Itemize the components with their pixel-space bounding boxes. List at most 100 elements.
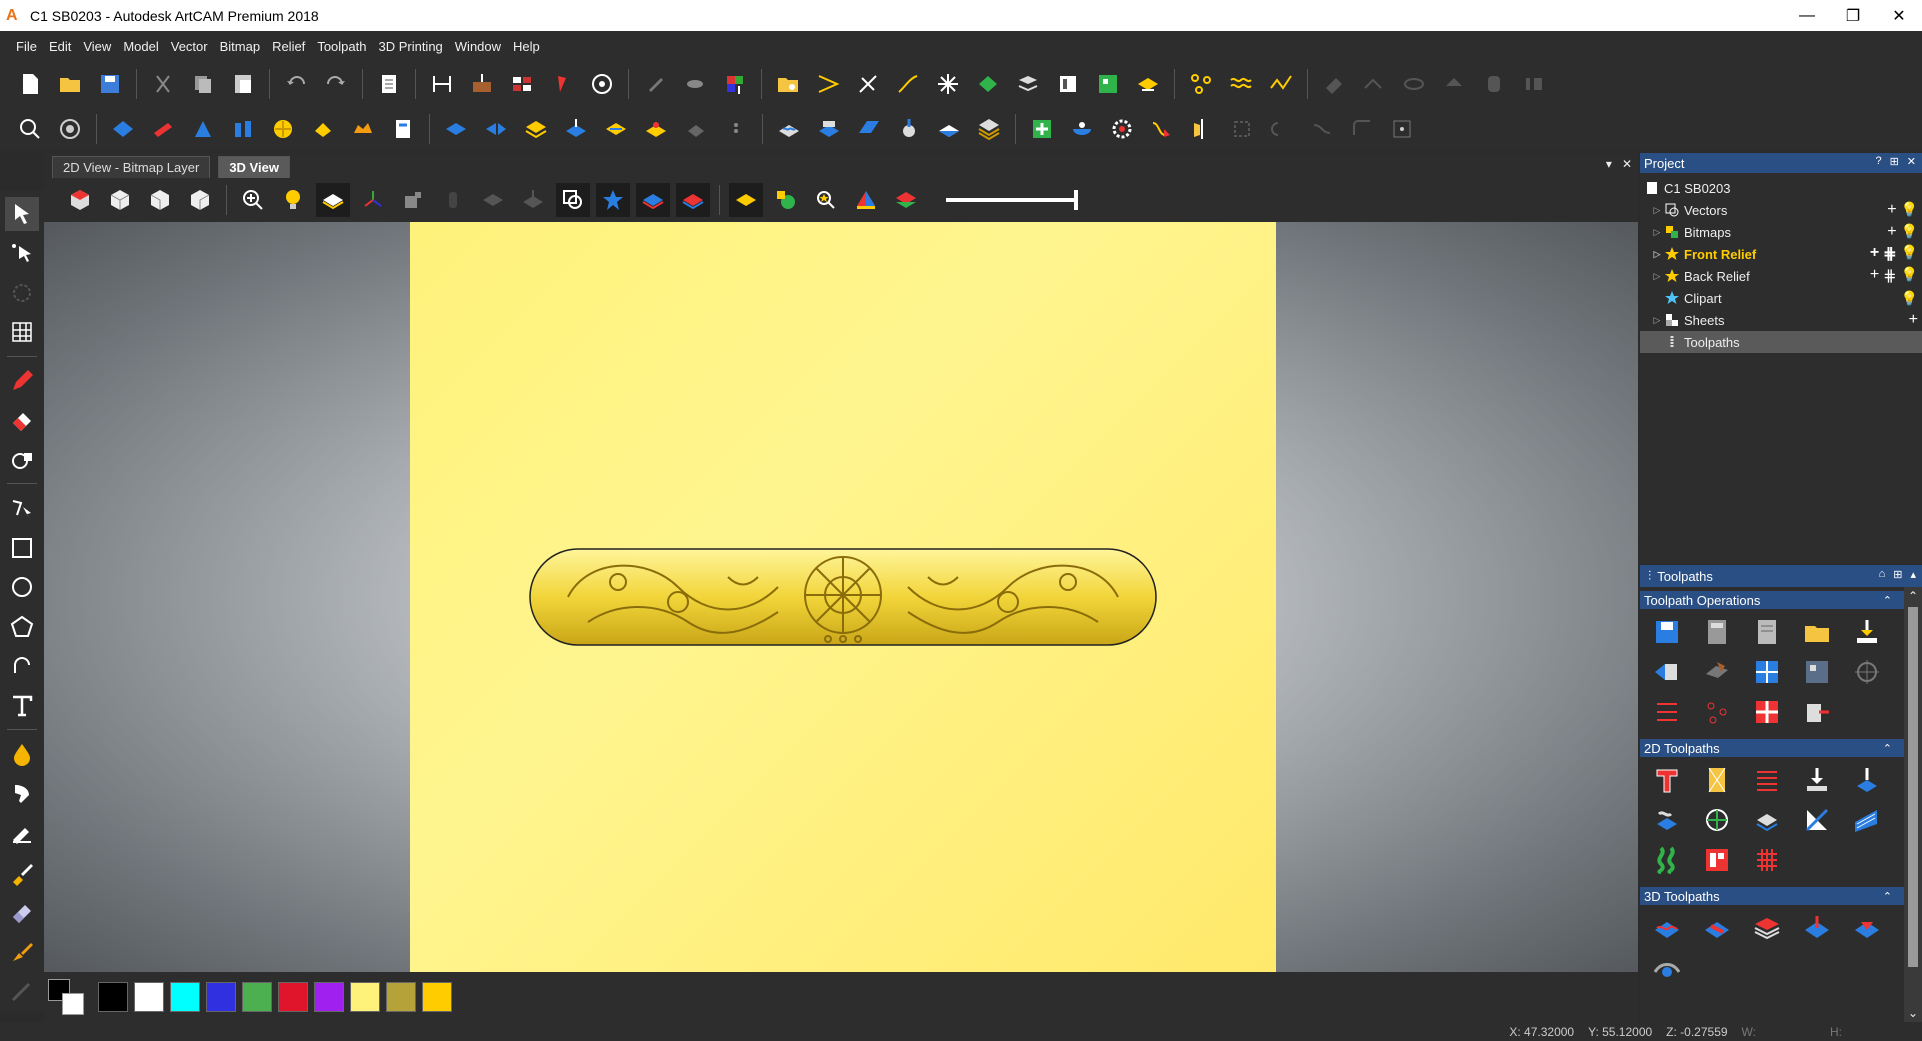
disabled-tool-5[interactable]: [1478, 68, 1510, 100]
grid-icon[interactable]: ⋕: [1883, 266, 1896, 286]
measure-button[interactable]: [586, 68, 618, 100]
tab-2d-view[interactable]: 2D View - Bitmap Layer: [52, 156, 211, 178]
front-relief-model[interactable]: [528, 547, 1158, 647]
menu-3d-printing[interactable]: 3D Printing: [372, 39, 448, 54]
model-size-button[interactable]: [426, 68, 458, 100]
scroll-up-icon[interactable]: ⌃: [1908, 589, 1918, 603]
disabled-relief-4[interactable]: [1346, 113, 1378, 145]
relief-op-13[interactable]: [933, 113, 965, 145]
nest-button[interactable]: [1092, 68, 1124, 100]
lightbulb-icon[interactable]: 💡: [1901, 266, 1918, 286]
section-toolpath-operations[interactable]: Toolpath Operations ⌃: [1640, 591, 1922, 609]
relief-shape-6[interactable]: [307, 113, 339, 145]
minimize-button[interactable]: —: [1784, 0, 1830, 31]
grid-tool[interactable]: [5, 316, 39, 350]
relief-op-4[interactable]: [560, 113, 592, 145]
toggle-relief-button[interactable]: [316, 183, 350, 217]
star-shape-button[interactable]: [932, 68, 964, 100]
green-shapes-button[interactable]: [769, 183, 803, 217]
toolpaths-scrollbar[interactable]: ⌃ ⌄: [1904, 587, 1922, 1022]
palette-swatch[interactable]: [314, 982, 344, 1012]
wrap-button[interactable]: [1146, 113, 1178, 145]
grid-icon[interactable]: ⋕: [1883, 244, 1896, 264]
disabled-relief-3[interactable]: [1306, 113, 1338, 145]
add-icon[interactable]: +: [1870, 244, 1879, 264]
collapse-chevron-icon[interactable]: ⌃: [1883, 890, 1892, 903]
shape-editor-button[interactable]: [54, 113, 86, 145]
transform-toolpath-button[interactable]: [1852, 657, 1882, 687]
bitmap-layer-button[interactable]: [719, 68, 751, 100]
spiral-button[interactable]: [1652, 845, 1682, 875]
node-select-tool[interactable]: [5, 237, 39, 271]
open-toolpath-button[interactable]: [1802, 617, 1832, 647]
nodes-button[interactable]: [1185, 68, 1217, 100]
menu-file[interactable]: File: [10, 39, 43, 54]
relief-op-10[interactable]: [813, 113, 845, 145]
paint-tool[interactable]: [5, 935, 39, 969]
vector-layer-button[interactable]: [679, 68, 711, 100]
grid-toolpath-button[interactable]: [1752, 657, 1782, 687]
view-iso-2-button[interactable]: [143, 183, 177, 217]
transform-tool[interactable]: [5, 276, 39, 310]
close-button[interactable]: ✕: [1876, 0, 1922, 31]
tree-item-toolpaths[interactable]: Toolpaths: [1640, 331, 1922, 353]
expand-arrow-icon[interactable]: ▷: [1650, 249, 1664, 260]
menu-relief[interactable]: Relief: [266, 39, 311, 54]
tabs-dropdown-icon[interactable]: ▾: [1606, 157, 1612, 171]
toolpath-overlay-button[interactable]: [596, 183, 630, 217]
tree-item-bitmaps[interactable]: ▷ Bitmaps + 💡: [1640, 221, 1922, 243]
slot-button[interactable]: [1802, 805, 1832, 835]
polyline-tool[interactable]: [5, 491, 39, 525]
relief-clean-button[interactable]: [546, 68, 578, 100]
inlay-button[interactable]: [1752, 805, 1782, 835]
open-folder-star-button[interactable]: [772, 68, 804, 100]
pyramid-button[interactable]: [849, 183, 883, 217]
collapse-chevron-icon[interactable]: ⌃: [1883, 594, 1892, 607]
3d-viewport[interactable]: [44, 222, 1638, 972]
fluting-button[interactable]: [1852, 805, 1882, 835]
relief-shape-2[interactable]: [147, 113, 179, 145]
red-layer-button[interactable]: [676, 183, 710, 217]
relief-op-2[interactable]: [480, 113, 512, 145]
node-edit-button[interactable]: [852, 68, 884, 100]
tree-item-back-relief[interactable]: ▷ Back Relief + ⋕ 💡: [1640, 265, 1922, 287]
zoom-slider[interactable]: [946, 190, 1078, 210]
relief-shape-5[interactable]: [267, 113, 299, 145]
brush-tool[interactable]: [5, 856, 39, 890]
expand-arrow-icon[interactable]: ▷: [1650, 227, 1664, 238]
project-close-icon[interactable]: ✕: [1907, 155, 1916, 168]
disabled-tool-1[interactable]: [1318, 68, 1350, 100]
engrave-button[interactable]: [1702, 805, 1732, 835]
zoom-slider-thumb[interactable]: [1074, 190, 1078, 210]
rest-machine-button[interactable]: [1652, 953, 1682, 983]
pen-disabled-tool[interactable]: [5, 974, 39, 1008]
disabled-tool-3[interactable]: [1398, 68, 1430, 100]
relief-op-14[interactable]: [973, 113, 1005, 145]
tree-item-sheets[interactable]: ▷ Sheets +: [1640, 309, 1922, 331]
v-bit-button[interactable]: [1652, 805, 1682, 835]
paste-button[interactable]: [227, 68, 259, 100]
sculpt-tool[interactable]: [5, 777, 39, 811]
save-button[interactable]: [94, 68, 126, 100]
palette-swatch[interactable]: [350, 982, 380, 1012]
palette-swatch[interactable]: [98, 982, 128, 1012]
lightbulb-icon[interactable]: 💡: [1901, 201, 1918, 219]
collapse-chevron-icon[interactable]: ⌃: [1883, 742, 1892, 755]
machine-2d-button[interactable]: [1752, 765, 1782, 795]
relief-shape-8[interactable]: [387, 113, 419, 145]
palette-swatch[interactable]: [134, 982, 164, 1012]
tree-item-front-relief[interactable]: ▷ Front Relief + ⋕ 💡: [1640, 243, 1922, 265]
relief-shape-7[interactable]: [347, 113, 379, 145]
disabled-relief-5[interactable]: [1386, 113, 1418, 145]
menu-toolpath[interactable]: Toolpath: [311, 39, 372, 54]
copy-button[interactable]: [187, 68, 219, 100]
select-tool[interactable]: [5, 197, 39, 231]
palette-swatch[interactable]: [422, 982, 452, 1012]
toolpath-order-button[interactable]: [1652, 697, 1682, 727]
curve-button[interactable]: [892, 68, 924, 100]
tile-button[interactable]: [506, 68, 538, 100]
circle-tool[interactable]: [5, 570, 39, 604]
disabled-tool-6[interactable]: [1518, 68, 1550, 100]
lightbulb-icon[interactable]: 💡: [1901, 290, 1918, 307]
palette-swatch[interactable]: [386, 982, 416, 1012]
